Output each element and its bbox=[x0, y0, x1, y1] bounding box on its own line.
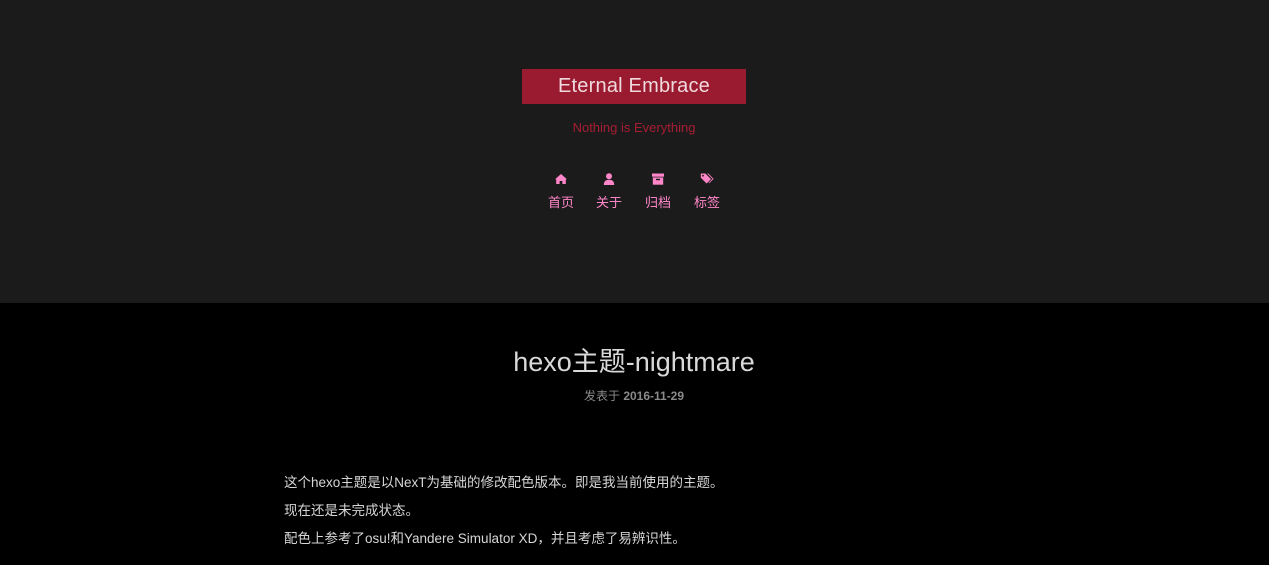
nav-label-about: 关于 bbox=[595, 195, 622, 210]
nav-label-tags: 标签 bbox=[693, 195, 720, 210]
home-icon bbox=[554, 172, 568, 186]
nav-item-tags[interactable]: 标签 bbox=[683, 170, 731, 218]
site-subtitle: Nothing is Everything bbox=[572, 120, 696, 135]
post-date: 2016-11-29 bbox=[623, 389, 685, 403]
post-paragraph: 现在还是未完成状态。 bbox=[284, 503, 419, 518]
post-paragraph: 这个hexo主题是以NexT为基础的修改配色版本。即是我当前使用的主题。 bbox=[284, 475, 724, 490]
nav-label-home: 首页 bbox=[547, 195, 574, 210]
post-title[interactable]: hexo主题-nightmare bbox=[334, 342, 934, 382]
nav-item-archives[interactable]: 归档 bbox=[634, 170, 682, 218]
nav-item-about[interactable]: 关于 bbox=[585, 170, 633, 218]
site-header: Eternal Embrace Nothing is Everything 首页… bbox=[0, 0, 1269, 303]
post-meta-prefix: 发表于 bbox=[583, 389, 620, 403]
tags-icon bbox=[700, 172, 714, 186]
user-icon bbox=[602, 172, 616, 186]
site-title-link[interactable]: Eternal Embrace bbox=[522, 69, 746, 104]
nav-item-home[interactable]: 首页 bbox=[537, 170, 585, 218]
post-paragraph: 配色上参考了osu!和Yandere Simulator XD，并且考虑了易辨识… bbox=[284, 531, 686, 546]
post-meta: 发表于 2016-11-29 bbox=[484, 388, 784, 404]
nav-label-archives: 归档 bbox=[644, 195, 671, 210]
post-body: 这个hexo主题是以NexT为基础的修改配色版本。即是我当前使用的主题。 现在还… bbox=[284, 472, 984, 556]
archive-icon bbox=[651, 172, 665, 186]
